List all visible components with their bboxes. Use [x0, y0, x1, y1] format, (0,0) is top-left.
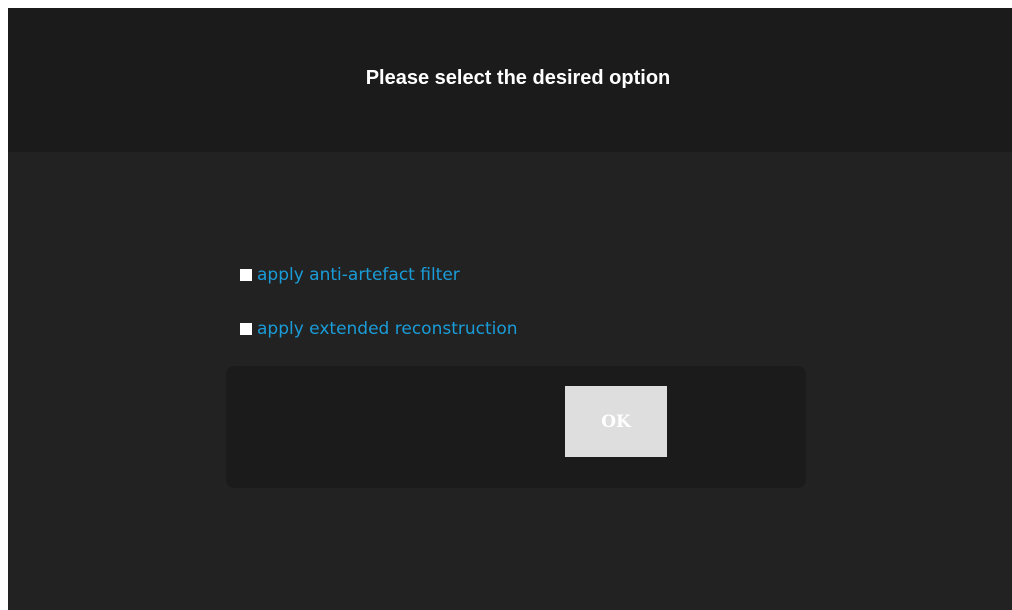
option-anti-artefact-filter[interactable]: apply anti-artefact filter — [240, 264, 460, 286]
extended-reconstruction-label[interactable]: apply extended reconstruction — [257, 318, 518, 340]
dialog-window: Please select the desired option apply a… — [8, 8, 1012, 610]
dialog-header: Please select the desired option — [8, 8, 1012, 152]
button-panel: OK — [226, 366, 806, 488]
dialog-title: Please select the desired option — [365, 67, 671, 89]
anti-artefact-filter-label[interactable]: apply anti-artefact filter — [257, 264, 460, 286]
anti-artefact-filter-checkbox[interactable] — [240, 269, 252, 281]
extended-reconstruction-checkbox[interactable] — [240, 323, 252, 335]
ok-button[interactable]: OK — [565, 386, 667, 457]
option-extended-reconstruction[interactable]: apply extended reconstruction — [240, 318, 518, 340]
